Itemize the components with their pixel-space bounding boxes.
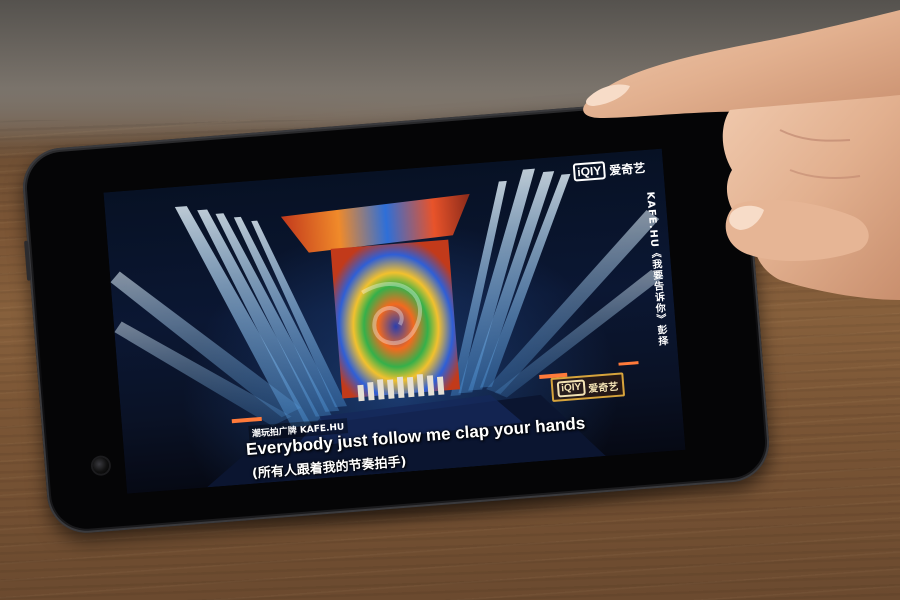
central-swirl-screen [330, 239, 461, 399]
hand [583, 10, 900, 300]
iqiyi-badge-mark: iQIY [556, 379, 586, 398]
photo-scene: iQIY 爱奇艺 KAFE.HU《我要告诉你》彭择 iQIY 爱奇艺 潮玩拍广牌… [0, 0, 900, 600]
iqiyi-badge-text: 爱奇艺 [587, 381, 619, 395]
